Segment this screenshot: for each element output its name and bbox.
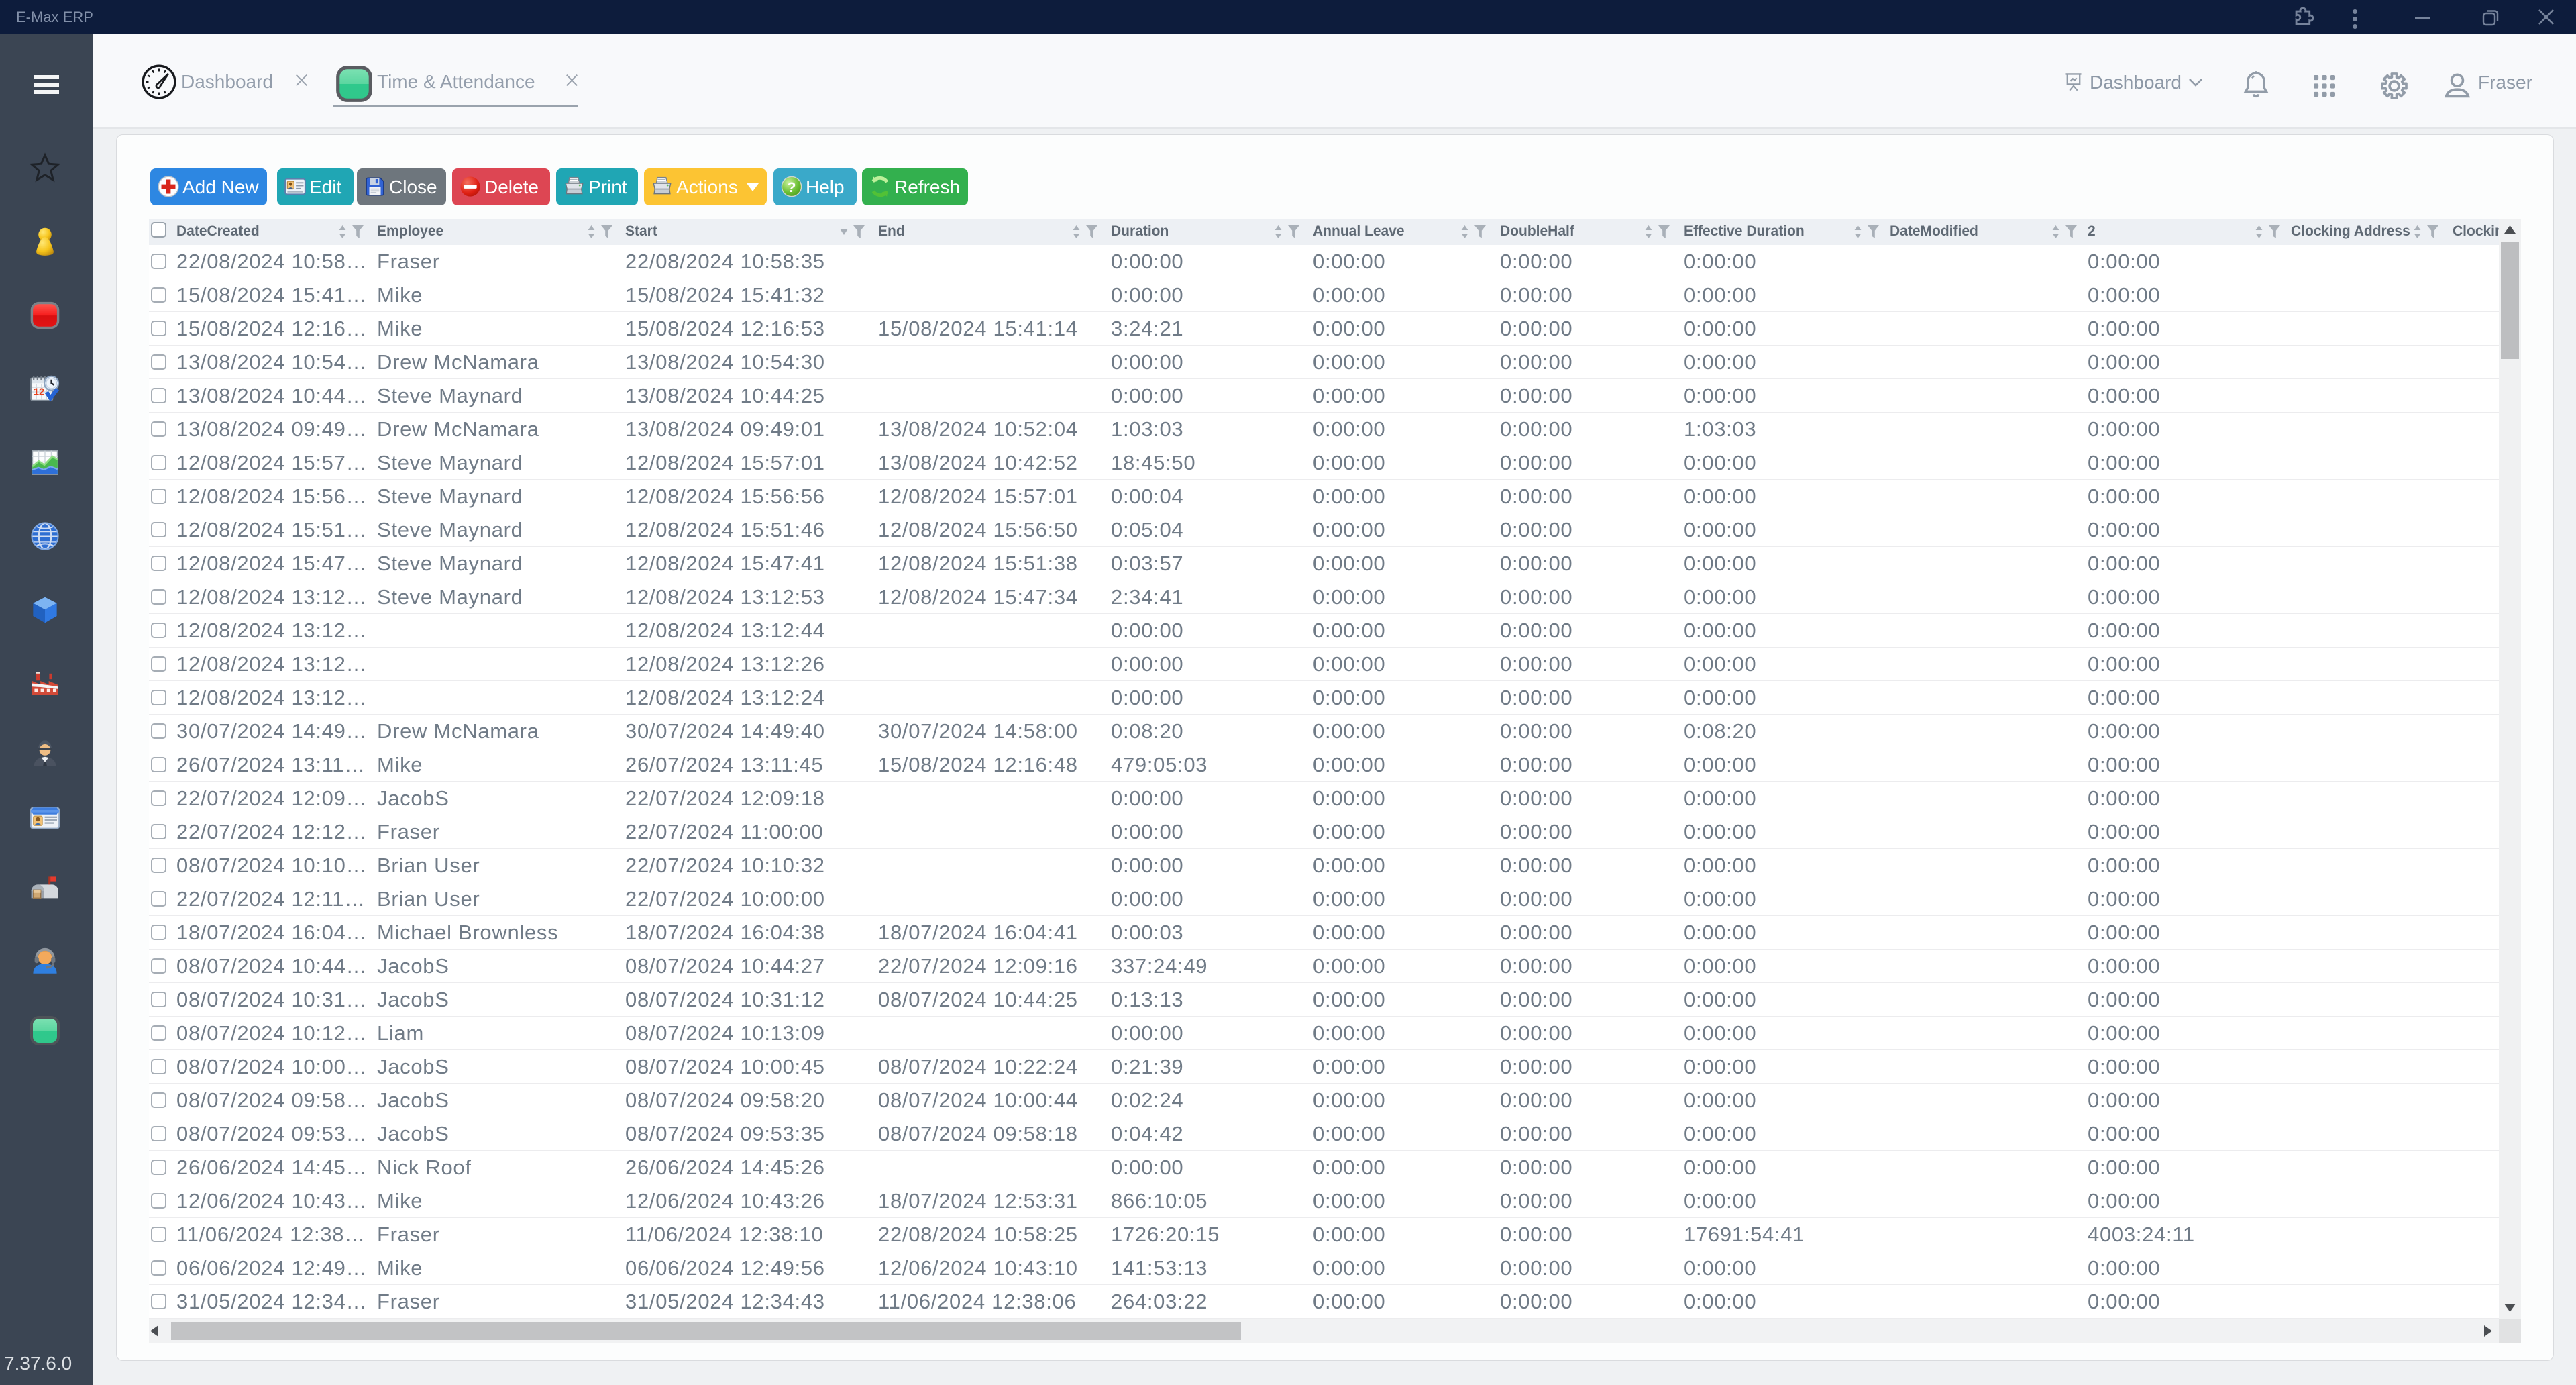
svg-text:12: 12 bbox=[34, 387, 44, 397]
svg-text:?: ? bbox=[788, 179, 796, 195]
